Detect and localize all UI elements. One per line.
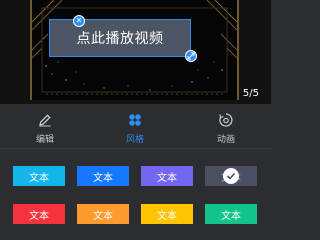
style-option[interactable]: 文本	[77, 204, 129, 224]
tab-style-label: 风格	[125, 135, 144, 145]
style-option[interactable]: 文本	[141, 204, 193, 224]
style-option-label: 文本	[29, 172, 49, 184]
close-icon[interactable]: ✕	[73, 15, 85, 27]
resize-handle-icon[interactable]	[185, 50, 197, 62]
style-option-label: 文本	[157, 210, 177, 222]
page-indicator: 5/5	[242, 88, 259, 99]
animation-icon	[218, 111, 234, 129]
video-preview: 点此播放视频 ✕ 5/5	[0, 0, 271, 104]
overlay-text: 点此播放视频	[76, 31, 164, 47]
pencil-icon	[38, 111, 52, 129]
style-option[interactable]: 文本	[205, 204, 257, 224]
editor-tabs: 编辑 风格 动画	[0, 106, 271, 149]
tab-style[interactable]: 风格	[105, 111, 165, 149]
style-option[interactable]: 文本	[141, 166, 193, 186]
text-overlay-box[interactable]: 点此播放视频	[49, 19, 191, 57]
style-option[interactable]: 文本	[77, 166, 129, 186]
style-option[interactable]: 文本	[13, 204, 65, 224]
style-grid-icon	[128, 111, 142, 129]
style-option[interactable]: 文本	[13, 166, 65, 186]
style-option-label: 文本	[221, 210, 241, 222]
tab-edit[interactable]: 编辑	[15, 111, 75, 149]
style-option-label: 文本	[93, 172, 113, 184]
style-option-label: 文本	[29, 210, 49, 222]
tab-animation-label: 动画	[216, 135, 235, 145]
style-option-selected[interactable]: 文本	[205, 166, 257, 186]
style-option-label: 文本	[93, 210, 113, 222]
tab-edit-label: 编辑	[35, 135, 54, 145]
check-icon	[223, 168, 239, 184]
style-option-label: 文本	[157, 172, 177, 184]
tab-animation[interactable]: 动画	[196, 111, 256, 149]
